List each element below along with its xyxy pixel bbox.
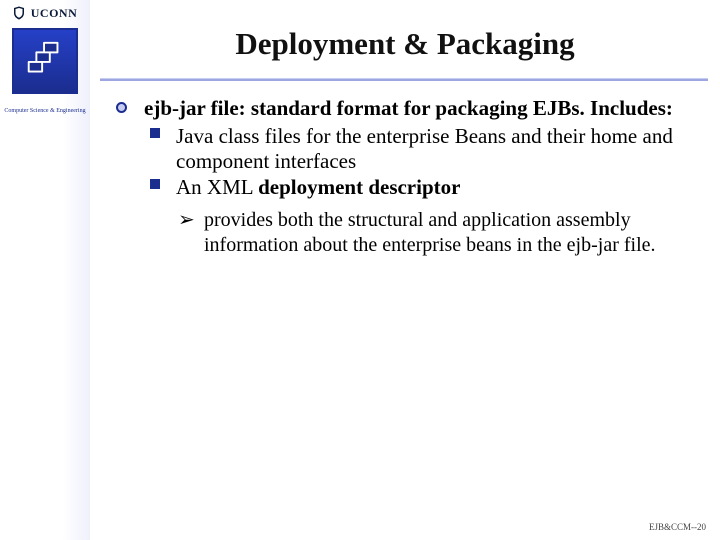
uconn-logo: UCONN (0, 0, 90, 22)
lvl1-text: ejb-jar file: standard format for packag… (144, 96, 673, 122)
department-seal-icon: Computer Science & Engineering (12, 28, 78, 94)
square-bullet-icon (150, 179, 164, 201)
sidebar-brand-strip: UCONN Computer Science & Engineering (0, 0, 90, 540)
seal-caption: Computer Science & Engineering (4, 108, 85, 114)
bullet-level2-a: Java class files for the enterprise Bean… (150, 124, 692, 175)
circle-bullet-icon (116, 102, 130, 122)
uconn-wordmark: UCONN (31, 6, 78, 21)
slide-title: Deployment & Packaging (90, 26, 720, 62)
body-content: ejb-jar file: standard format for packag… (116, 96, 692, 257)
lvl2a-text: Java class files for the enterprise Bean… (176, 124, 692, 175)
slide-footer: EJB&CCM--20 (649, 522, 706, 532)
arrow-bullet-icon: ➢ (178, 210, 194, 257)
bullet-level2-b: An XML deployment descriptor (150, 175, 692, 201)
lvl3-text: provides both the structural and applica… (204, 208, 692, 257)
square-bullet-icon (150, 128, 164, 175)
uconn-shield-icon (13, 6, 25, 20)
bullet-level3: ➢ provides both the structural and appli… (178, 208, 692, 257)
lvl2b-text: An XML deployment descriptor (176, 175, 460, 201)
title-underline (100, 78, 708, 81)
bullet-level1: ejb-jar file: standard format for packag… (116, 96, 692, 122)
